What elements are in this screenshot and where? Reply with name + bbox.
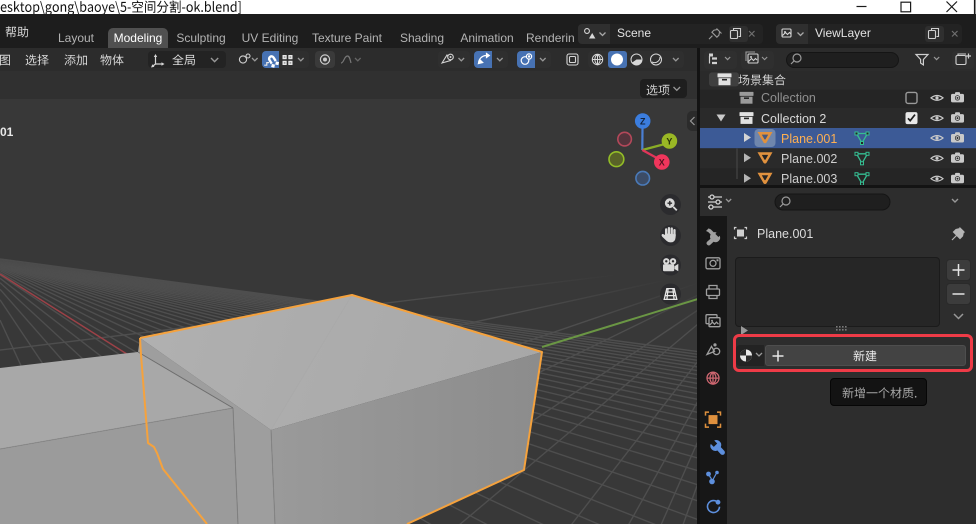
svg-text:Z: Z	[640, 117, 646, 127]
svg-text:Y: Y	[666, 137, 672, 147]
svg-text:X: X	[659, 158, 665, 168]
